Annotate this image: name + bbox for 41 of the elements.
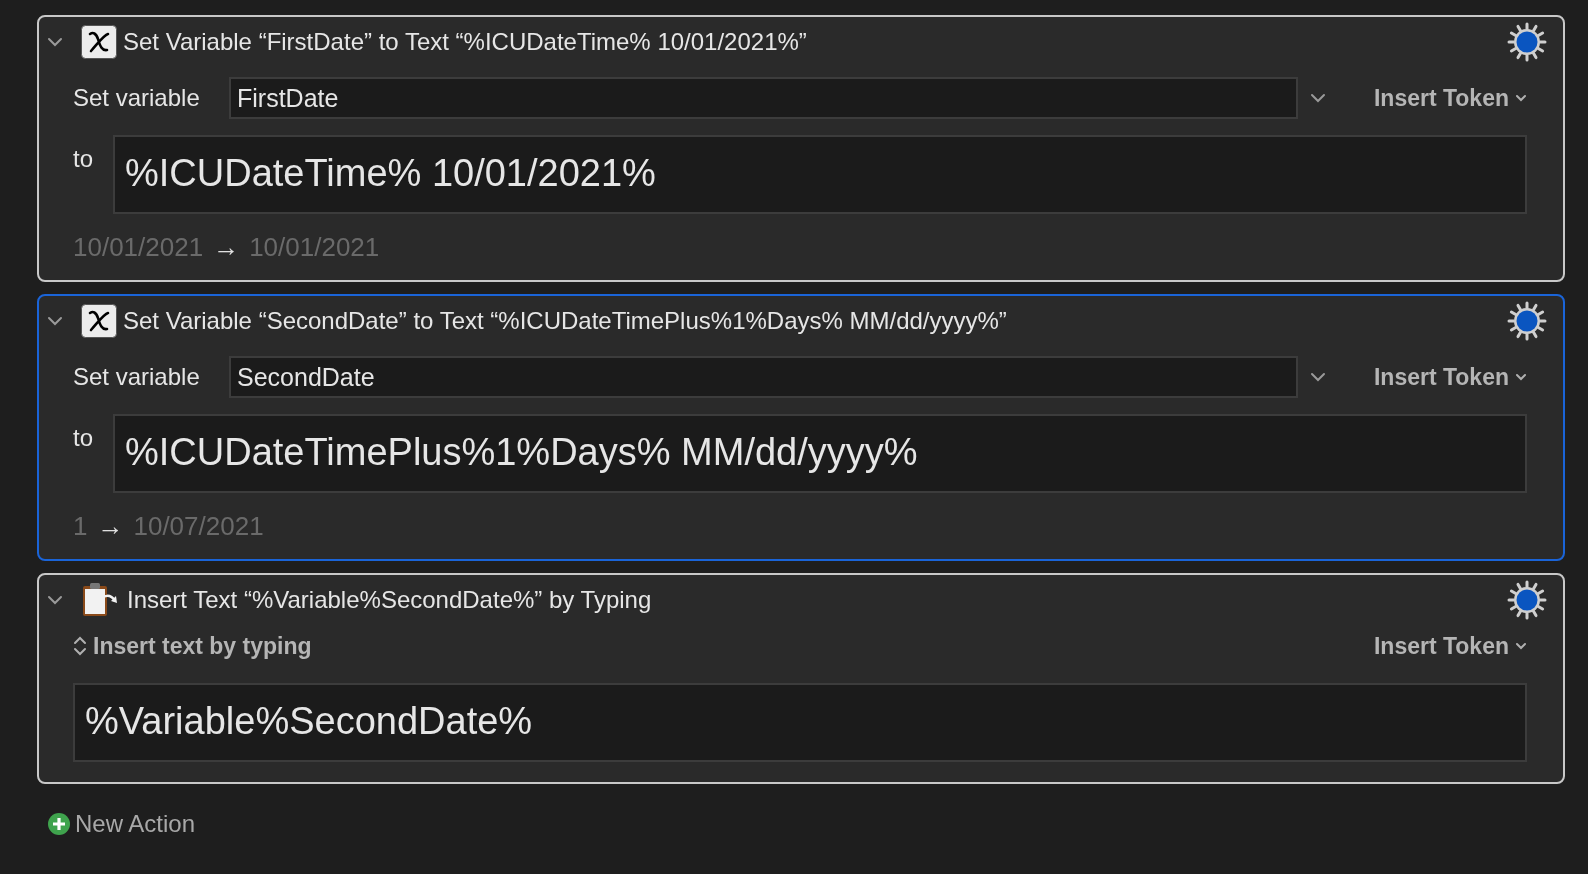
action-card[interactable]: Set Variable “SecondDate” to Text “%ICUDateTimePlus%1%Days% MM/dd/yyyy%” Set variable SecondDate Insert Token to %ICUDateTimePlus%1%Days% MM/dd/yyyy% 1 → 10/07/2021 [37, 294, 1565, 561]
new-action-button[interactable]: New Action [47, 806, 196, 842]
gear-icon[interactable] [1507, 301, 1547, 341]
action-card[interactable]: Set Variable “FirstDate” to Text “%ICUDateTime% 10/01/2021%” Set variable FirstDate Insert Token to %ICUDateTime% 10/01/2021% 10/01/2021 → 10/01/2021 [37, 15, 1565, 282]
insert-token-button[interactable]: Insert Token [1373, 359, 1527, 395]
field-label: Set variable [73, 83, 201, 113]
text-value-field[interactable]: %ICUDateTimePlus%1%Days% MM/dd/yyyy% [113, 414, 1527, 493]
variable-x-icon [81, 304, 117, 338]
field-label: to [73, 144, 94, 174]
disclosure-chevron-icon[interactable] [47, 316, 63, 326]
variable-name-field[interactable]: SecondDate [229, 356, 1298, 398]
disclosure-chevron-icon[interactable] [47, 37, 63, 47]
chevron-down-icon [1515, 642, 1527, 650]
gear-icon[interactable] [1507, 22, 1547, 62]
field-label: Set variable [73, 362, 201, 392]
variable-x-icon [81, 25, 117, 59]
preview-result-text: 10/01/2021 [249, 230, 380, 264]
preview-input-text: 10/01/2021 [73, 230, 204, 264]
preview-input-text: 1 [73, 509, 88, 543]
field-label: to [73, 423, 94, 453]
insert-token-button[interactable]: Insert Token [1373, 628, 1527, 664]
variable-name-field[interactable]: FirstDate [229, 77, 1298, 119]
dropdown-chevron-icon[interactable] [1309, 372, 1326, 382]
action-title: Set Variable “FirstDate” to Text “%ICUDateTime% 10/01/2021%” [123, 27, 807, 57]
dropdown-chevron-icon[interactable] [1309, 93, 1326, 103]
action-title: Insert Text “%Variable%SecondDate%” by Typing [127, 585, 652, 615]
insert-token-button[interactable]: Insert Token [1373, 80, 1527, 116]
text-value-field[interactable]: %ICUDateTime% 10/01/2021% [113, 135, 1527, 214]
chevron-down-icon [1515, 94, 1527, 102]
disclosure-chevron-icon[interactable] [47, 595, 63, 605]
text-value-field[interactable]: %Variable%SecondDate% [73, 683, 1527, 762]
preview-result-text: 10/07/2021 [133, 509, 264, 543]
up-down-chevron-icon [73, 635, 87, 657]
action-card[interactable]: Insert Text “%Variable%SecondDate%” by Typing Insert text by typing Insert Token %Variable%SecondDate% [37, 573, 1565, 784]
arrow-text: → [97, 509, 124, 543]
mode-popup-button[interactable]: Insert text by typing [73, 628, 312, 664]
action-title: Set Variable “SecondDate” to Text “%ICUDateTimePlus%1%Days% MM/dd/yyyy%” [123, 306, 1007, 336]
chevron-down-icon [1515, 373, 1527, 381]
gear-icon[interactable] [1507, 580, 1547, 620]
arrow-text: → [213, 230, 240, 264]
plus-icon [47, 812, 71, 836]
